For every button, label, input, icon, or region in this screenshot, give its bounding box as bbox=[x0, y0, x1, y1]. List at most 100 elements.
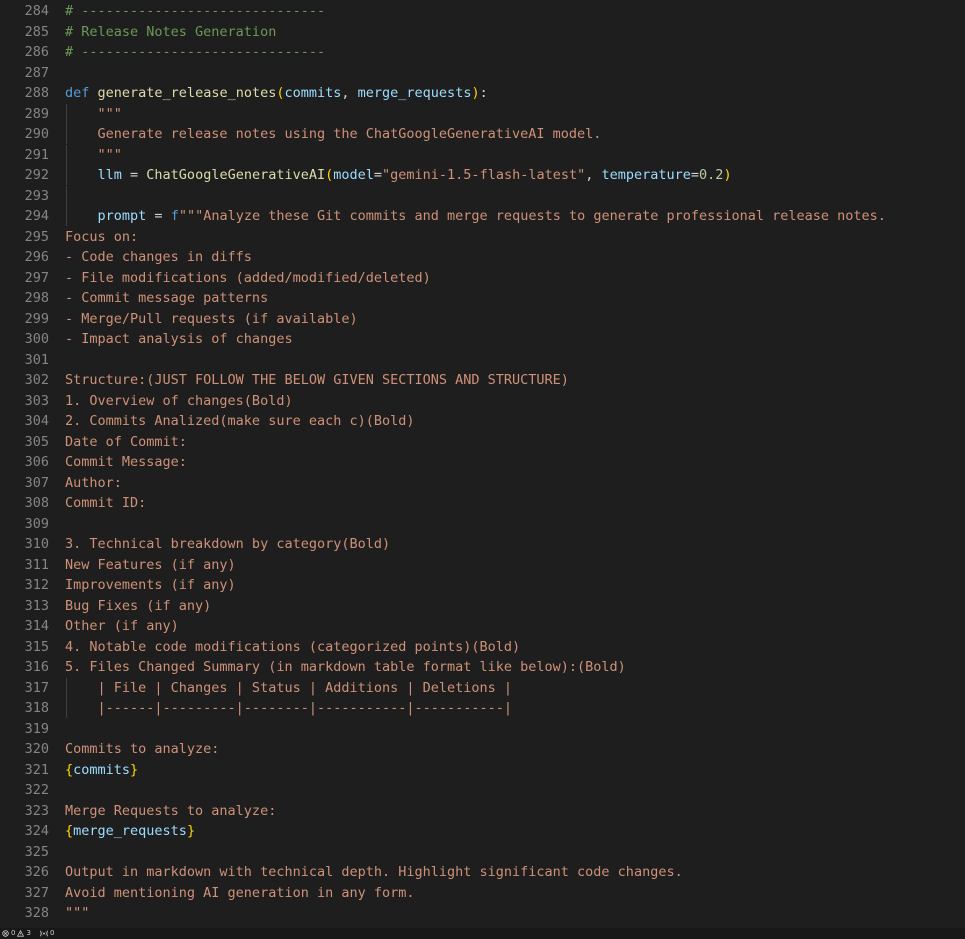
code-line[interactable]: 320 Commits to analyze: bbox=[0, 739, 965, 759]
code-line[interactable]: 290 Generate release notes using the Cha… bbox=[0, 124, 965, 144]
code-line[interactable]: 291 """ bbox=[0, 144, 965, 165]
line-number: 297 bbox=[24, 269, 49, 286]
line-code: """ bbox=[65, 104, 122, 124]
code-line[interactable]: 287 bbox=[0, 63, 965, 83]
code-line[interactable]: 317 | File | Changes | Status | Addition… bbox=[0, 677, 965, 698]
code-line[interactable]: 328 """ bbox=[0, 903, 965, 923]
code-line[interactable]: 284 # ------------------------------ bbox=[0, 1, 965, 21]
line-code: Commits to analyze: bbox=[65, 739, 219, 759]
line-number: 311 bbox=[24, 556, 49, 573]
line-code: 3. Technical breakdown by category(Bold) bbox=[65, 534, 390, 554]
ports-antenna-icon bbox=[40, 930, 48, 937]
line-number: 310 bbox=[24, 536, 49, 552]
line-number: 292 bbox=[24, 167, 49, 183]
code-line[interactable]: 327 Avoid mentioning AI generation in any… bbox=[0, 883, 965, 903]
line-number: 291 bbox=[24, 146, 49, 163]
code-token: Date of Commit: bbox=[65, 433, 187, 450]
code-line[interactable]: 292 llm = ChatGoogleGenerativeAI(model="… bbox=[0, 165, 965, 185]
code-line[interactable]: 313 Bug Fixes (if any) bbox=[0, 596, 965, 616]
ports-indicator[interactable]: 0 bbox=[40, 928, 54, 939]
code-line[interactable]: 306 Commit Message: bbox=[0, 452, 965, 472]
code-line[interactable]: 315 4. Notable code modifications (catego… bbox=[0, 637, 965, 657]
line-number: 294 bbox=[24, 208, 49, 224]
code-line[interactable]: 297 - File modifications (added/modified/… bbox=[0, 268, 965, 288]
code-line[interactable]: 289 """ bbox=[0, 103, 965, 124]
line-number: 318 bbox=[24, 700, 49, 716]
line-code: - File modifications (added/modified/del… bbox=[65, 268, 431, 288]
code-token: { bbox=[65, 823, 74, 839]
code-token: = bbox=[373, 167, 383, 183]
code-token: | File | Changes | Status | Additions | … bbox=[65, 679, 513, 696]
code-line[interactable]: 316 5. Files Changed Summary (in markdown… bbox=[0, 657, 965, 677]
line-number: 302 bbox=[24, 372, 49, 388]
code-token: New Features (if any) bbox=[65, 556, 236, 573]
code-token: model bbox=[333, 167, 374, 183]
line-code: Generate release notes using the ChatGoo… bbox=[65, 124, 602, 144]
line-number: 323 bbox=[24, 802, 49, 819]
code-line[interactable]: 303 1. Overview of changes(Bold) bbox=[0, 391, 965, 411]
code-line[interactable]: 314 Other (if any) bbox=[0, 616, 965, 636]
code-line[interactable]: 298 - Commit message patterns bbox=[0, 288, 965, 308]
line-number: 286 bbox=[24, 44, 49, 60]
code-line[interactable]: 325 bbox=[0, 842, 965, 862]
line-number: 315 bbox=[24, 638, 49, 655]
line-number: 317 bbox=[24, 679, 49, 696]
code-line[interactable]: 285 # Release Notes Generation bbox=[0, 22, 965, 42]
line-code: Structure:(JUST FOLLOW THE BELOW GIVEN S… bbox=[65, 370, 569, 390]
code-token: 1. Overview of changes(Bold) bbox=[65, 392, 293, 409]
code-line[interactable]: 319 bbox=[0, 719, 965, 739]
line-number: 298 bbox=[24, 290, 49, 306]
code-line[interactable]: 300 - Impact analysis of changes bbox=[0, 329, 965, 349]
line-number: 295 bbox=[24, 228, 49, 245]
line-code: 4. Notable code modifications (categoriz… bbox=[65, 637, 520, 657]
code-line[interactable]: 321 {commits} bbox=[0, 760, 965, 780]
code-line[interactable]: 299 - Merge/Pull requests (if available) bbox=[0, 309, 965, 329]
code-line[interactable]: 326 Output in markdown with technical dep… bbox=[0, 862, 965, 882]
code-token: commits bbox=[73, 761, 131, 778]
code-line[interactable]: 294 prompt = f"""Analyze these Git commi… bbox=[0, 206, 965, 226]
problems-indicator[interactable]: 0 3 bbox=[2, 928, 31, 939]
code-line[interactable]: 304 2. Commits Analized(make sure each c)… bbox=[0, 411, 965, 431]
code-line[interactable]: 288 def generate_release_notes(commits, m… bbox=[0, 83, 965, 103]
code-token: merge_requests bbox=[73, 823, 187, 839]
line-number: 314 bbox=[24, 618, 49, 634]
code-line[interactable]: 296 - Code changes in diffs bbox=[0, 247, 965, 267]
code-line[interactable]: 324 {merge_requests} bbox=[0, 821, 965, 841]
code-line[interactable]: 295 Focus on: bbox=[0, 227, 965, 247]
code-line[interactable]: 305 Date of Commit: bbox=[0, 432, 965, 452]
code-line[interactable]: 307 Author: bbox=[0, 473, 965, 493]
code-token: Other (if any) bbox=[65, 618, 179, 634]
code-token: , bbox=[585, 167, 602, 183]
code-editor[interactable]: 284 # ------------------------------ 285 # … bbox=[0, 0, 965, 928]
code-token: Avoid mentioning AI generation in any fo… bbox=[65, 884, 415, 901]
line-code: Commit ID: bbox=[65, 493, 146, 513]
code-token: """Analyze these Git commits and merge r… bbox=[178, 208, 886, 224]
code-line[interactable]: 312 Improvements (if any) bbox=[0, 575, 965, 595]
code-line[interactable]: 310 3. Technical breakdown by category(Bo… bbox=[0, 534, 965, 554]
code-line[interactable]: 293 bbox=[0, 185, 965, 206]
ports-count: 0 bbox=[50, 929, 55, 937]
line-code: Focus on: bbox=[65, 227, 138, 247]
code-line[interactable]: 301 bbox=[0, 350, 965, 370]
line-number: 309 bbox=[24, 515, 49, 532]
code-token: - Commit message patterns bbox=[65, 290, 269, 306]
code-line[interactable]: 323 Merge Requests to analyze: bbox=[0, 801, 965, 821]
code-line[interactable]: 286 # ------------------------------ bbox=[0, 42, 965, 62]
code-line[interactable]: 308 Commit ID: bbox=[0, 493, 965, 513]
code-token: llm bbox=[97, 167, 122, 183]
line-code: """ bbox=[65, 903, 89, 923]
code-line[interactable]: 318 |------|---------|--------|---------… bbox=[0, 698, 965, 718]
code-line[interactable]: 309 bbox=[0, 514, 965, 534]
code-line[interactable]: 322 bbox=[0, 780, 965, 800]
code-token: # ------------------------------ bbox=[65, 44, 326, 60]
line-code: 2. Commits Analized(make sure each c)(Bo… bbox=[65, 411, 415, 431]
line-number: 326 bbox=[24, 864, 49, 880]
line-number: 320 bbox=[24, 741, 49, 757]
code-token: Bug Fixes (if any) bbox=[65, 597, 212, 614]
code-token: # Release Notes Generation bbox=[65, 23, 277, 40]
warning-count: 3 bbox=[26, 929, 31, 937]
code-token: } bbox=[130, 761, 139, 778]
line-code: # ------------------------------ bbox=[65, 1, 325, 21]
code-line[interactable]: 302 Structure:(JUST FOLLOW THE BELOW GIVE… bbox=[0, 370, 965, 390]
code-line[interactable]: 311 New Features (if any) bbox=[0, 555, 965, 575]
